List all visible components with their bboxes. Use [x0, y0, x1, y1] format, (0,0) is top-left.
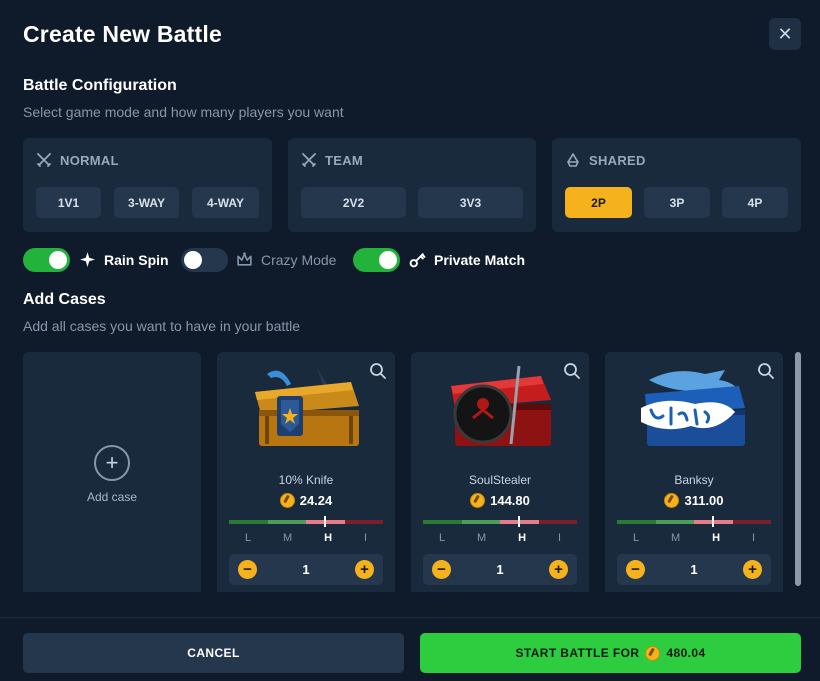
case-card-banksy: Banksy 311.00 L M H I − 1 +: [605, 352, 783, 592]
add-case-label: Add case: [86, 490, 138, 504]
case-card-soulstealer: SoulStealer 144.80 L M H I − 1 +: [411, 352, 589, 592]
option-3v3[interactable]: 3V3: [418, 187, 523, 218]
close-button[interactable]: ✕: [769, 18, 801, 50]
case-price: 24.24: [217, 493, 395, 508]
option-1v1[interactable]: 1V1: [36, 187, 101, 218]
risk-label-m: M: [477, 532, 487, 544]
close-icon: ✕: [777, 23, 793, 44]
crazy-mode-toggle[interactable]: [181, 248, 228, 272]
risk-label-m: M: [283, 532, 293, 544]
risk-label-h: H: [324, 532, 333, 544]
magnifier-icon[interactable]: [369, 362, 387, 380]
increment-button[interactable]: +: [355, 560, 374, 579]
risk-label-m: M: [671, 532, 681, 544]
risk-labels: L M H I: [229, 532, 383, 544]
option-2p[interactable]: 2P: [565, 187, 632, 218]
case-name: SoulStealer: [468, 473, 532, 487]
crossed-swords-icon: [302, 153, 316, 167]
case-price: 144.80: [411, 493, 589, 508]
option-3p[interactable]: 3P: [644, 187, 710, 218]
risk-label-h: H: [712, 532, 721, 544]
start-battle-total: 480.04: [666, 646, 706, 660]
risk-marker: [324, 516, 326, 527]
page-title: Create New Battle: [23, 21, 222, 47]
start-battle-button[interactable]: START BATTLE FOR 480.04: [420, 633, 801, 673]
case-price: 311.00: [605, 493, 783, 508]
risk-label-l: L: [438, 532, 446, 544]
battle-config-heading: Battle Configuration: [23, 77, 177, 94]
knife-case-image: [255, 368, 359, 446]
case-name: Banksy: [674, 473, 714, 487]
rain-spin-toggle[interactable]: [23, 248, 70, 272]
option-2v2[interactable]: 2V2: [301, 187, 406, 218]
start-battle-label: START BATTLE FOR: [515, 646, 640, 660]
mode-card-normal: NORMAL 1V1 3-WAY 4-WAY: [23, 138, 272, 232]
magnifier-icon[interactable]: [757, 362, 775, 380]
banksy-case-image: [641, 370, 745, 446]
increment-button[interactable]: +: [743, 560, 762, 579]
add-cases-heading: Add Cases: [23, 291, 106, 308]
cancel-button[interactable]: CANCEL: [23, 633, 404, 673]
key-icon: [409, 253, 426, 268]
risk-bar: [229, 520, 383, 524]
rain-spin-label: Rain Spin: [104, 251, 169, 268]
cases-scrollbar[interactable]: [795, 352, 801, 586]
case-price-value: 24.24: [299, 493, 333, 508]
mode-label-normal: NORMAL: [60, 152, 119, 168]
crossed-swords-icon: [37, 153, 51, 167]
risk-label-i: I: [557, 532, 562, 544]
case-name: 10% Knife: [278, 473, 334, 487]
magnifier-icon[interactable]: [563, 362, 581, 380]
risk-marker: [712, 516, 714, 527]
option-4-way[interactable]: 4-WAY: [192, 187, 259, 218]
plus-icon: +: [94, 445, 130, 481]
risk-bar: [423, 520, 577, 524]
risk-bar: [617, 520, 771, 524]
mode-card-shared: SHARED 2P 3P 4P: [552, 138, 801, 232]
quantity-stepper: − 1 +: [423, 554, 577, 585]
risk-label-l: L: [632, 532, 640, 544]
crazy-mode-label: Crazy Mode: [261, 251, 337, 268]
crown-icon: [237, 252, 252, 266]
risk-marker: [518, 516, 520, 527]
sparkle-icon: [80, 252, 95, 267]
risk-labels: L M H I: [617, 532, 771, 544]
risk-label-i: I: [751, 532, 756, 544]
private-match-toggle[interactable]: [353, 248, 400, 272]
coin-icon: [645, 645, 661, 661]
private-match-label: Private Match: [434, 251, 526, 268]
mode-label-shared: SHARED: [589, 152, 646, 168]
case-price-value: 311.00: [684, 493, 724, 508]
toggle-row: Rain Spin Crazy Mode Private Match: [23, 248, 583, 272]
mode-card-team: TEAM 2V2 3V3: [288, 138, 536, 232]
risk-label-h: H: [518, 532, 527, 544]
add-case-button[interactable]: + Add case: [23, 352, 201, 592]
risk-label-i: I: [363, 532, 368, 544]
mode-label-team: TEAM: [325, 152, 364, 168]
case-price-value: 144.80: [490, 493, 530, 508]
increment-button[interactable]: +: [549, 560, 568, 579]
quantity-stepper: − 1 +: [617, 554, 771, 585]
case-card-knife: 10% Knife 24.24 L M H I − 1 +: [217, 352, 395, 592]
add-cases-subheading: Add all cases you want to have in your b…: [23, 318, 301, 334]
coin-icon: [664, 493, 680, 508]
recycle-icon: [567, 153, 579, 167]
coin-icon: [279, 493, 295, 508]
option-3-way[interactable]: 3-WAY: [114, 187, 179, 218]
coin-icon: [470, 493, 486, 508]
risk-label-l: L: [244, 532, 252, 544]
soulstealer-case-image: [451, 365, 551, 446]
quantity-stepper: − 1 +: [229, 554, 383, 585]
option-4p[interactable]: 4P: [722, 187, 788, 218]
risk-labels: L M H I: [423, 532, 577, 544]
battle-config-subheading: Select game mode and how many players yo…: [23, 104, 344, 120]
